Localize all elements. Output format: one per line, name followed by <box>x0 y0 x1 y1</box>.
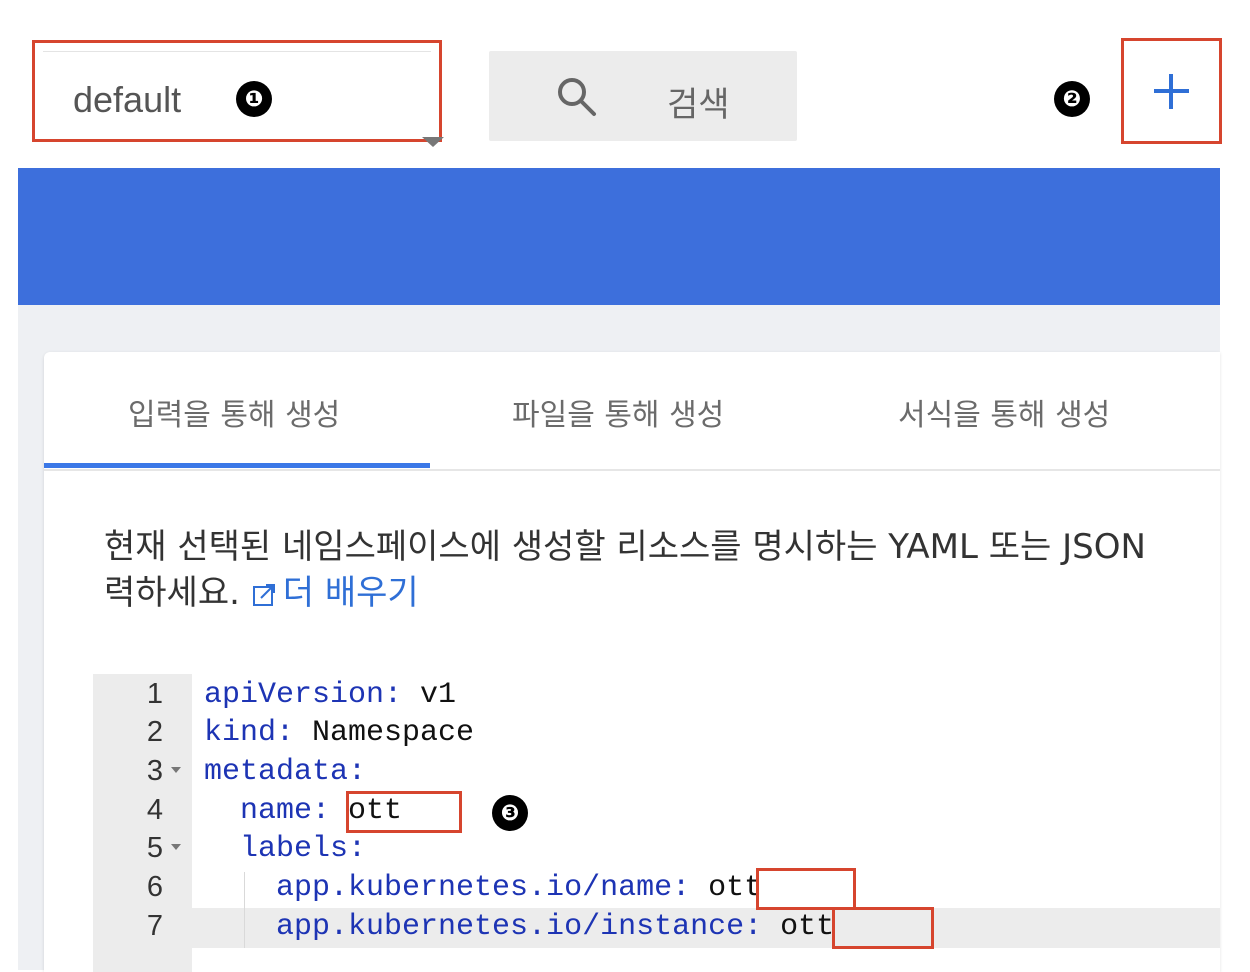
fold-toggle-icon[interactable] <box>171 767 181 773</box>
search-box[interactable]: 검색 <box>489 51 797 141</box>
page-header-bar <box>18 168 1220 305</box>
line-number: 1 <box>146 678 163 710</box>
code-line: 4 name: ott <box>93 794 1220 832</box>
description-line-2-text: 력하세요. <box>104 573 240 613</box>
external-link-icon <box>252 583 275 606</box>
code-text: metadata: <box>204 755 366 789</box>
create-resource-button[interactable] <box>1121 38 1222 144</box>
line-number: 2 <box>146 716 163 748</box>
code-text: app.kubernetes.io/name: ott <box>204 871 762 905</box>
code-line: 7 app.kubernetes.io/instance: ott <box>93 910 1220 948</box>
code-text: kind: Namespace <box>204 716 474 750</box>
learn-more-label: 더 배우기 <box>282 573 419 613</box>
tab-create-from-file[interactable]: 파일을 통해 생성 <box>512 390 724 434</box>
code-line: 6 app.kubernetes.io/name: ott <box>93 871 1220 909</box>
plus-icon-bar <box>1154 89 1189 93</box>
yaml-key: app.kubernetes.io/instance: <box>276 910 763 944</box>
yaml-key: labels: <box>240 832 367 866</box>
description-line-1: 현재 선택된 네임스페이스에 생성할 리소스를 명시하는 YAML 또는 JSO… <box>104 527 1146 567</box>
yaml-value: v1 <box>402 678 457 712</box>
code-text: app.kubernetes.io/instance: ott <box>204 910 834 944</box>
yaml-value: ott <box>762 910 835 944</box>
learn-more-link[interactable]: 더 배우기 <box>251 573 419 613</box>
chevron-down-icon[interactable] <box>422 137 444 147</box>
yaml-key: apiVersion: <box>204 678 403 712</box>
create-resource-card: 입력을 통해 생성 파일을 통해 생성 서식을 통해 생성 현재 선택된 네임스… <box>44 352 1220 972</box>
description-line-2: 력하세요. 더 배우기 <box>104 570 1146 616</box>
active-tab-indicator <box>44 463 430 468</box>
highlight-box-label-instance <box>832 907 934 949</box>
line-number: 6 <box>146 871 163 903</box>
line-number: 7 <box>146 910 163 942</box>
yaml-key: name: <box>240 794 331 828</box>
description: 현재 선택된 네임스페이스에 생성할 리소스를 명시하는 YAML 또는 JSO… <box>104 524 1146 616</box>
code-line: 1 apiVersion: v1 <box>93 678 1220 716</box>
callout-badge-1: ❶ <box>236 81 272 117</box>
yaml-key: metadata: <box>204 755 367 789</box>
yaml-value: ott <box>690 871 763 905</box>
create-tabs: 입력을 통해 생성 파일을 통해 생성 서식을 통해 생성 <box>44 352 1220 471</box>
code-line: 5 labels: <box>93 832 1220 870</box>
highlight-box-name <box>346 791 462 833</box>
tab-create-from-form[interactable]: 서식을 통해 생성 <box>898 390 1110 434</box>
line-number: 3 <box>146 755 163 787</box>
search-placeholder: 검색 <box>667 85 730 125</box>
top-toolbar: default ❶ 검색 ❷ <box>0 0 1250 166</box>
callout-badge-3: ❸ <box>492 795 528 831</box>
line-number: 5 <box>146 832 163 864</box>
highlight-box-label-name <box>756 868 856 910</box>
fold-toggle-icon[interactable] <box>171 844 181 850</box>
tab-create-from-input[interactable]: 입력을 통해 생성 <box>128 390 340 434</box>
yaml-editor[interactable]: 1 apiVersion: v1 2 kind: Namespace 3 met… <box>93 674 1220 972</box>
code-text: apiVersion: v1 <box>204 678 456 712</box>
yaml-key: kind: <box>204 716 295 750</box>
line-number: 4 <box>146 794 163 826</box>
yaml-key: app.kubernetes.io/name: <box>276 871 691 905</box>
search-icon <box>558 78 596 116</box>
yaml-value: Namespace <box>294 716 475 750</box>
code-line: 2 kind: Namespace <box>93 716 1220 754</box>
code-text: labels: <box>204 832 366 866</box>
code-line: 3 metadata: <box>93 755 1220 793</box>
callout-badge-2: ❷ <box>1054 81 1090 117</box>
namespace-select-value: default <box>73 79 182 120</box>
